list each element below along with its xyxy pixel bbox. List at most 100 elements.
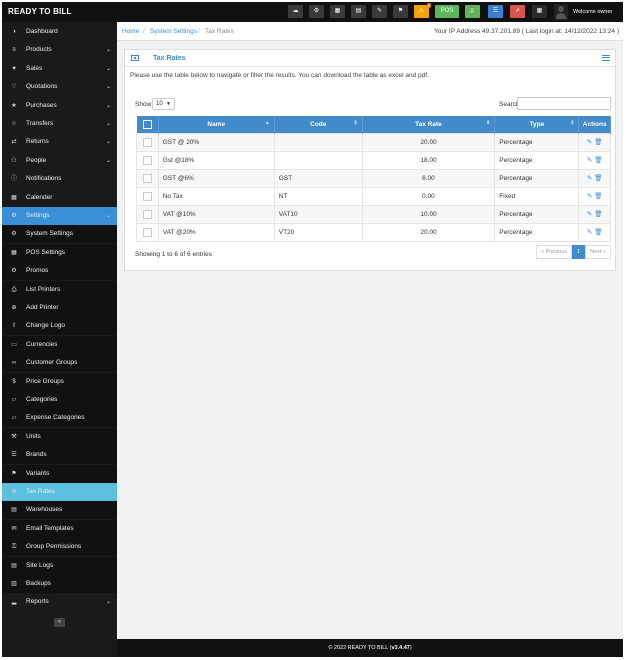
row-checkbox[interactable]	[142, 227, 152, 237]
sort-icon: ⇕	[570, 120, 575, 126]
table-row[interactable]: No Tax NT 0.00 Fixed ✎ 🗑︎	[136, 186, 611, 206]
column-header-tax-rate[interactable]: Tax Rate ⇕	[362, 116, 496, 133]
hourglass-icon[interactable]: ⌛	[465, 5, 480, 18]
row-select-cell[interactable]	[136, 168, 159, 188]
page-length-select[interactable]: 10 ▼	[152, 98, 175, 110]
settings-icon[interactable]: ⚙	[309, 5, 324, 18]
trash-icon[interactable]: 🗑︎	[594, 138, 602, 146]
sidebar-item-dashboard[interactable]: ◑ Dashboard	[2, 23, 117, 41]
sidebar-item-label: POS Settings	[26, 248, 66, 256]
row-checkbox[interactable]	[142, 137, 152, 147]
sidebar-item-categories[interactable]: ▱ Categories	[2, 391, 117, 409]
edit-icon[interactable]: ✎	[587, 174, 592, 182]
breadcrumb-system-settings[interactable]: System Settings	[150, 28, 197, 35]
breadcrumb-home[interactable]: Home	[122, 28, 139, 35]
pos-button[interactable]: POS	[435, 5, 459, 18]
sidebar-item-site-logs[interactable]: ▤ Site Logs	[2, 556, 117, 575]
table-row[interactable]: GST @ 20% 20.00 Percentage ✎ 🗑︎	[136, 132, 611, 152]
row-checkbox[interactable]	[142, 191, 152, 201]
welcome-text[interactable]: Welcome owner	[573, 9, 612, 15]
sidebar-item-people[interactable]: ⚇ People ⌄	[2, 152, 117, 170]
next-page-button[interactable]: Next »	[585, 245, 611, 259]
sidebar-item-add-printer[interactable]: ⊕ Add Printer	[2, 299, 117, 317]
menu-icon[interactable]	[602, 55, 610, 61]
row-select-cell[interactable]	[136, 150, 159, 170]
sidebar-item-warehouses[interactable]: ▤ Warehouses	[2, 501, 117, 520]
trash-icon[interactable]: 🗑︎	[594, 228, 602, 236]
sidebar-item-tax-rates[interactable]: ⊕ Tax Rates	[2, 483, 117, 501]
sidebar-item-promos[interactable]: ⚙ Promos	[2, 262, 117, 281]
trash-icon[interactable]: 🗑︎	[594, 210, 602, 218]
edit-icon[interactable]: ✎	[587, 228, 592, 236]
column-header-code[interactable]: Code ⇕	[274, 116, 363, 133]
sidebar-item-brands[interactable]: ☰ Brands	[2, 446, 117, 465]
sidebar-item-group-permissions[interactable]: ⚿ Group Permissions	[2, 538, 117, 557]
sidebar-item-expense-categories[interactable]: ▱ Expense Categories	[2, 409, 117, 428]
notes-icon[interactable]: ✎	[372, 5, 387, 18]
column-header-type[interactable]: Type ⇕	[494, 116, 580, 133]
breadcrumb-current: Tax Rates	[205, 28, 234, 35]
sidebar-item-returns[interactable]: ⇄ Returns ⌄	[2, 133, 117, 151]
row-checkbox[interactable]	[142, 155, 152, 165]
flag-icon[interactable]: ⚑	[393, 5, 408, 18]
edit-icon[interactable]: ✎	[587, 138, 592, 146]
pagination: « Previous 1 Next »	[536, 245, 611, 259]
table-row[interactable]: VAT @20% VT20 20.00 Percentage ✎ 🗑︎	[136, 222, 611, 242]
collapse-sidebar-button[interactable]: «	[54, 618, 65, 627]
previous-page-button[interactable]: « Previous	[536, 245, 573, 259]
table-row[interactable]: GST @6% GST 6.00 Percentage ✎ 🗑︎	[136, 168, 611, 188]
sidebar-item-list-printers[interactable]: ⎙ List Printers	[2, 280, 117, 299]
sidebar-item-email-templates[interactable]: ✉ Email Templates	[2, 519, 117, 538]
brand-logo[interactable]: READY TO BILL	[8, 7, 72, 16]
trash-icon[interactable]: 🗑︎	[594, 174, 602, 182]
sidebar-item-system-settings[interactable]: ⚙ System Settings	[2, 225, 117, 244]
rocket-icon[interactable]: ➚	[510, 5, 525, 18]
tax-name-cell: No Tax	[157, 186, 275, 206]
row-select-cell[interactable]	[136, 204, 159, 224]
page-1-button[interactable]: 1	[572, 245, 586, 259]
trash-icon[interactable]: 🗑︎	[594, 156, 602, 164]
avatar[interactable]	[554, 4, 568, 20]
row-select-cell[interactable]	[136, 132, 159, 152]
footer-suffix: )	[409, 645, 412, 651]
row-checkbox[interactable]	[142, 173, 152, 183]
edit-icon[interactable]: ✎	[587, 210, 592, 218]
sidebar-item-change-logo[interactable]: ⇧ Change Logo	[2, 317, 117, 336]
edit-icon[interactable]: ✎	[587, 192, 592, 200]
edit-icon[interactable]: ✎	[587, 156, 592, 164]
select-all-header[interactable]	[136, 116, 159, 133]
alert-icon[interactable]: ⚠ 1	[414, 3, 431, 18]
select-all-checkbox[interactable]	[142, 119, 152, 129]
sidebar-item-settings[interactable]: ⚙ Settings ⌄	[2, 207, 117, 225]
sidebar-item-backups[interactable]: ▥ Backups	[2, 575, 117, 593]
row-select-cell[interactable]	[136, 222, 159, 242]
page-length-value: 10	[156, 101, 163, 107]
list-icon[interactable]: ☰	[488, 5, 503, 18]
sidebar-item-sales[interactable]: ♥ Sales ⌄	[2, 60, 117, 78]
dashboard-icon[interactable]: ☁	[288, 5, 303, 18]
sidebar-item-purchases[interactable]: ★ Purchases ⌄	[2, 97, 117, 115]
table-row[interactable]: VAT @10% VAT10 10.00 Percentage ✎ 🗑︎	[136, 204, 611, 224]
row-checkbox[interactable]	[142, 209, 152, 219]
sidebar-item-variants[interactable]: ⚑ Variants	[2, 464, 117, 483]
sidebar-item-products[interactable]: ≡ Products ⌄	[2, 41, 117, 59]
sidebar-item-label: Transfers	[26, 120, 54, 127]
calendar-icon[interactable]: ▤	[351, 5, 366, 18]
search-input[interactable]	[517, 97, 611, 110]
sidebar-item-currencies[interactable]: ▭ Currencies	[2, 335, 117, 354]
sidebar-item-pos-settings[interactable]: ▦ POS Settings	[2, 243, 117, 262]
sidebar-item-price-groups[interactable]: $ Price Groups	[2, 372, 117, 391]
sidebar-item-transfers[interactable]: ☆ Transfers ⌄	[2, 115, 117, 133]
trash-icon[interactable]: 🗑︎	[594, 192, 602, 200]
row-select-cell[interactable]	[136, 186, 159, 206]
table-row[interactable]: Gst @18% 18.00 Percentage ✎ 🗑︎	[136, 150, 611, 170]
column-header-name[interactable]: Name ▲	[158, 116, 275, 133]
sidebar-item-reports[interactable]: ▂ Reports ⌄	[2, 593, 117, 611]
grid-icon[interactable]: ▦	[532, 5, 547, 18]
sidebar-item-notifications[interactable]: ⓘ Notifications	[2, 170, 117, 188]
sidebar-item-quotations[interactable]: ♡ Quotations ⌄	[2, 78, 117, 96]
calculator-icon[interactable]: ▦	[330, 5, 345, 18]
sidebar-item-calender[interactable]: ▦ Calender	[2, 189, 117, 207]
sidebar-item-customer-groups[interactable]: ∞ Customer Groups	[2, 354, 117, 373]
sidebar-item-units[interactable]: ⚒ Units	[2, 427, 117, 446]
